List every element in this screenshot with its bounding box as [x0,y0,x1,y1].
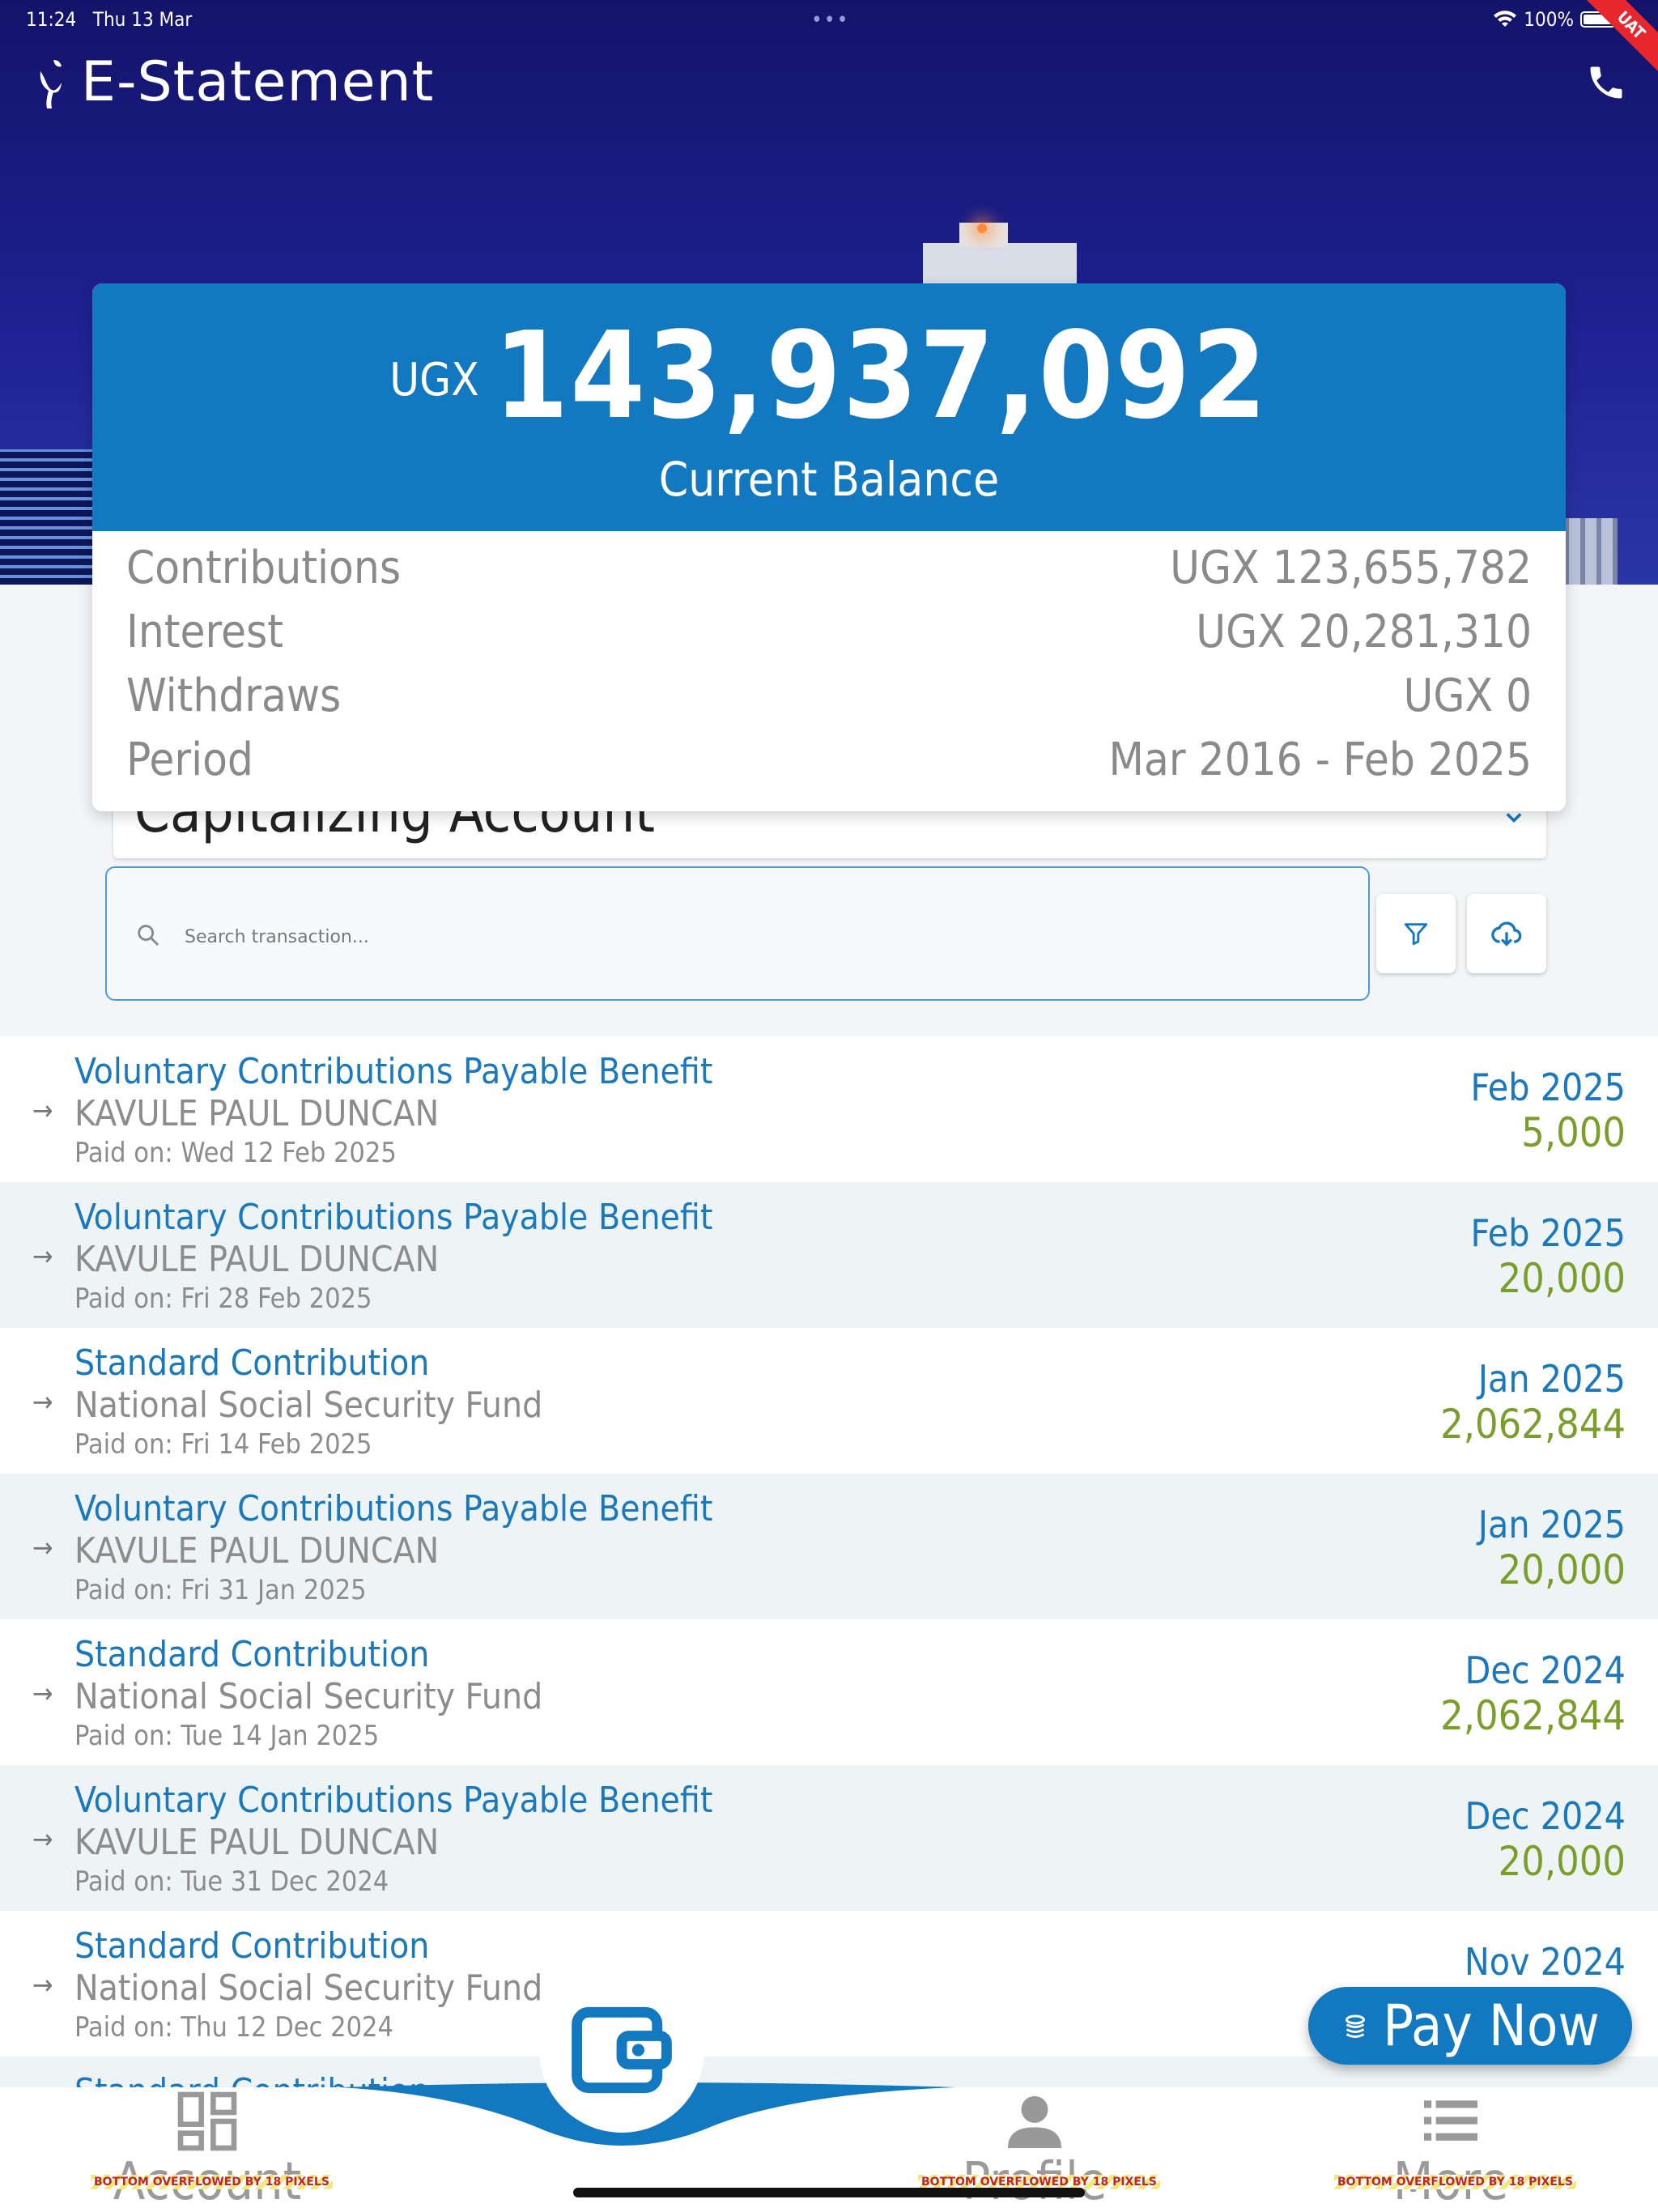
transaction-paid-date: Paid on: Thu 12 Dec 2024 [74,2011,393,2044]
arrow-right-icon: → [32,1678,53,1710]
transaction-period: Dec 2024 [1465,1648,1626,1692]
arrow-right-icon: → [32,1386,53,1419]
wallet-icon [572,2006,672,2094]
transaction-period: Feb 2025 [1470,1211,1626,1255]
balance-summary: Contributions UGX 123,655,782 Interest U… [92,531,1566,792]
summary-label: Interest [126,606,284,658]
arrow-right-icon: → [32,1095,53,1127]
summary-label: Period [126,734,253,786]
balance-header: UGX 143,937,092 Current Balance [92,283,1566,531]
transaction-title: Voluntary Contributions Payable Benefit [74,1780,713,1821]
search-box [105,866,1370,1001]
transaction-period: Jan 2025 [1477,1357,1626,1401]
download-button[interactable] [1467,894,1546,973]
transaction-paid-date: Paid on: Fri 14 Feb 2025 [74,1428,372,1461]
transaction-paid-date: Paid on: Fri 31 Jan 2025 [74,1574,367,1606]
wifi-icon [1494,11,1517,27]
transaction-row[interactable]: → Voluntary Contributions Payable Benefi… [0,1182,1658,1328]
transaction-title: Standard Contribution [74,1634,430,1675]
summary-label: Contributions [126,542,402,594]
summary-value: UGX 123,655,782 [1170,542,1532,594]
arrow-right-icon: → [32,1532,53,1564]
filter-button[interactable] [1376,894,1456,973]
summary-value: UGX 0 [1403,670,1532,722]
person-icon [1008,2095,1061,2148]
balance-label: Current Balance [658,452,1000,507]
logo-icon [40,59,62,108]
transaction-title: Voluntary Contributions Payable Benefit [74,1051,713,1092]
transaction-paid-date: Paid on: Fri 28 Feb 2025 [74,1283,372,1315]
transaction-payer: KAVULE PAUL DUNCAN [74,1530,440,1572]
transaction-amount: 20,000 [1498,1546,1626,1593]
transaction-period: Dec 2024 [1465,1794,1626,1838]
home-indicator [573,2188,1085,2197]
transaction-title: Standard Contribution [74,1925,430,1967]
filter-icon [1404,923,1428,946]
transaction-period: Jan 2025 [1477,1503,1626,1546]
wallet-button[interactable] [539,1967,704,2133]
transaction-paid-date: Paid on: Tue 31 Dec 2024 [74,1865,389,1898]
transaction-payer: National Social Security Fund [74,1676,543,1717]
transaction-payer: KAVULE PAUL DUNCAN [74,1239,440,1280]
arrow-right-icon: → [32,1969,53,2001]
transaction-amount: 5,000 [1521,1109,1626,1156]
transaction-payer: KAVULE PAUL DUNCAN [74,1822,440,1863]
summary-value: Mar 2016 - Feb 2025 [1108,734,1532,786]
summary-row-period: Period Mar 2016 - Feb 2025 [126,728,1532,792]
summary-value: UGX 20,281,310 [1196,606,1532,658]
transaction-payer: KAVULE PAUL DUNCAN [74,1093,440,1134]
multitasking-dots-icon[interactable]: ••• [811,8,849,32]
transaction-list: → Voluntary Contributions Payable Benefi… [0,1036,1658,2089]
page-title: E-Statement [81,50,435,114]
transaction-period: Feb 2025 [1470,1066,1626,1109]
balance-amount: 143,937,092 [493,306,1269,445]
status-bar-time: 11:24 Thu 13 Mar [26,8,193,31]
transaction-row[interactable]: → Standard Contribution National Social … [0,1328,1658,1474]
grid-icon [177,2091,237,2151]
transaction-title: Standard Contribution [74,1342,430,1384]
arrow-right-icon: → [32,1823,53,1856]
overflow-warning: BOTTOM OVERFLOWED BY 18 PIXELS [91,2175,333,2189]
cloud-download-icon [1491,921,1522,946]
transaction-amount: 2,062,844 [1440,1692,1626,1739]
transaction-amount: 20,000 [1498,1838,1626,1885]
transaction-row[interactable]: → Voluntary Contributions Payable Benefi… [0,1765,1658,1911]
summary-row-contributions: Contributions UGX 123,655,782 [126,536,1532,600]
transaction-title: Voluntary Contributions Payable Benefit [74,1488,713,1529]
transaction-paid-date: Paid on: Wed 12 Feb 2025 [74,1137,397,1169]
transaction-row[interactable]: → Standard Contribution National Social … [0,1619,1658,1765]
search-icon [138,925,159,946]
transaction-title: Voluntary Contributions Payable Benefit [74,1197,713,1238]
pay-now-label: Pay Now [1383,1993,1600,2059]
overflow-warning: BOTTOM OVERFLOWED BY 18 PIXELS [1334,2175,1576,2189]
transaction-row[interactable]: → Voluntary Contributions Payable Benefi… [0,1474,1658,1619]
transaction-payer: National Social Security Fund [74,1967,543,2009]
summary-row-withdraws: Withdraws UGX 0 [126,664,1532,728]
arrow-right-icon: → [32,1240,53,1273]
transaction-amount: 20,000 [1498,1255,1626,1302]
app-header: E-Statement [32,50,434,114]
transaction-row[interactable]: → Voluntary Contributions Payable Benefi… [0,1036,1658,1182]
transaction-paid-date: Paid on: Tue 14 Jan 2025 [74,1720,380,1752]
summary-label: Withdraws [126,670,342,722]
city-skyline-left [0,449,97,585]
beacon-light [977,223,987,233]
balance-card: UGX 143,937,092 Current Balance Contribu… [92,283,1566,811]
balance-currency: UGX [389,354,479,406]
list-icon [1424,2100,1477,2141]
pay-now-button[interactable]: Pay Now [1308,1987,1632,2065]
phone-icon[interactable] [1585,62,1627,104]
summary-row-interest: Interest UGX 20,281,310 [126,600,1532,664]
transaction-amount: 2,062,844 [1440,1401,1626,1448]
transaction-payer: National Social Security Fund [74,1385,543,1426]
search-input[interactable] [185,900,1350,973]
battery-percent: 100% [1524,8,1574,31]
transaction-period: Nov 2024 [1464,1940,1626,1984]
coins-icon [1346,2014,1366,2038]
